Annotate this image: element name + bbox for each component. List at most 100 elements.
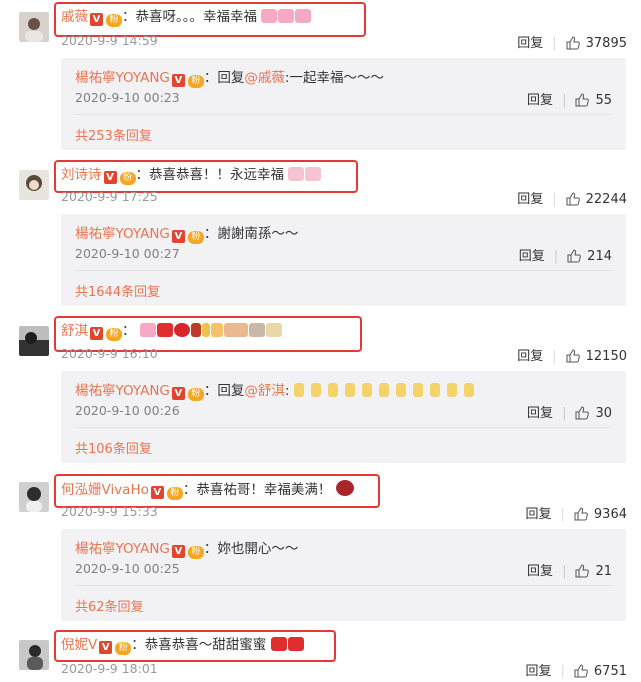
like-button[interactable]: 12150 bbox=[566, 349, 627, 364]
avatar[interactable] bbox=[19, 326, 49, 356]
reply-content: 楊祐寧YOYANG V 粉：謝謝南孫～～ bbox=[75, 222, 298, 244]
verified-badge-icon: V bbox=[171, 387, 185, 400]
mention-link[interactable]: @舒淇 bbox=[244, 383, 285, 399]
thumbs-up-icon bbox=[574, 507, 588, 521]
comment-actions: 回复 | 37895 bbox=[517, 36, 627, 51]
like-count: 9364 bbox=[593, 507, 627, 522]
reply-time: 2020-9-10 00:23 bbox=[75, 90, 180, 105]
reply-actions: 回复 | 55 bbox=[527, 93, 612, 108]
comment-time: 2020-9-9 18:01 bbox=[61, 661, 158, 676]
crown-emoji-icon bbox=[344, 383, 355, 397]
reply-button[interactable]: 回复 bbox=[526, 507, 552, 522]
more-replies-link[interactable]: 共106条回复 bbox=[75, 438, 152, 457]
reply-text: ：回复 bbox=[203, 70, 245, 86]
crown-emoji-icon bbox=[446, 383, 457, 397]
like-count: 21 bbox=[595, 564, 612, 579]
like-button[interactable]: 37895 bbox=[566, 36, 627, 51]
reply-box: 楊祐寧YOYANG V 粉：妳也開心～～ 2020-9-10 00:25 回复 | 21… bbox=[61, 529, 626, 621]
like-button[interactable]: 6751 bbox=[574, 664, 627, 679]
avatar[interactable] bbox=[19, 640, 49, 670]
comment-actions: 回复 | 9364 bbox=[525, 507, 628, 522]
reply-content: 楊祐寧YOYANG V 粉：妳也開心～～ bbox=[75, 537, 298, 559]
like-count: 6751 bbox=[593, 664, 627, 679]
avatar[interactable] bbox=[19, 482, 49, 512]
crown-emoji-icon bbox=[395, 383, 406, 397]
reply-time: 2020-9-10 00:27 bbox=[75, 246, 180, 261]
like-count: 214 bbox=[587, 249, 612, 264]
comment-time: 2020-9-9 14:59 bbox=[61, 33, 158, 48]
highlight-box bbox=[54, 630, 336, 662]
divider bbox=[75, 427, 612, 428]
reply-author[interactable]: 楊祐寧YOYANG bbox=[75, 383, 170, 399]
like-button[interactable]: 21 bbox=[575, 564, 612, 579]
like-count: 55 bbox=[595, 93, 612, 108]
reply-author[interactable]: 楊祐寧YOYANG bbox=[75, 541, 170, 557]
fan-badge-icon: 粉 bbox=[187, 231, 204, 244]
verified-badge-icon: V bbox=[171, 545, 185, 558]
comment-actions: 回复 | 22244 bbox=[517, 192, 627, 207]
like-button[interactable]: 55 bbox=[575, 93, 612, 108]
comment-actions: 回复 | 6751 bbox=[525, 664, 628, 679]
reply-text-2: : bbox=[284, 383, 290, 399]
crown-emoji-icon bbox=[327, 383, 338, 397]
fan-badge-icon: 粉 bbox=[187, 388, 204, 401]
verified-badge-icon: V bbox=[171, 74, 185, 87]
thumbs-up-icon bbox=[575, 564, 590, 578]
comment-actions: 回复 | 12150 bbox=[517, 349, 627, 364]
more-replies-link[interactable]: 共1644条回复 bbox=[75, 281, 160, 300]
reply-time: 2020-9-10 00:26 bbox=[75, 403, 180, 418]
like-button[interactable]: 30 bbox=[575, 406, 612, 421]
crown-emoji-icon bbox=[463, 383, 474, 397]
thumbs-up-icon bbox=[566, 36, 580, 50]
reply-text: ：妳也開心～～ bbox=[203, 541, 299, 557]
reply-actions: 回复 | 30 bbox=[527, 406, 612, 421]
reply-text: ：謝謝南孫～～ bbox=[203, 226, 299, 242]
reply-button[interactable]: 回复 bbox=[527, 406, 553, 421]
comment-time: 2020-9-9 17:25 bbox=[61, 189, 158, 204]
divider bbox=[75, 114, 612, 115]
reply-button[interactable]: 回复 bbox=[517, 36, 543, 51]
like-button[interactable]: 9364 bbox=[574, 507, 627, 522]
fan-badge-icon: 粉 bbox=[187, 546, 204, 559]
avatar[interactable] bbox=[19, 12, 49, 42]
more-replies-link[interactable]: 共62条回复 bbox=[75, 596, 144, 615]
thumbs-up-icon bbox=[566, 349, 580, 363]
reply-text-2: :一起幸福～～～ bbox=[284, 70, 384, 86]
reply-time: 2020-9-10 00:25 bbox=[75, 561, 180, 576]
reply-button[interactable]: 回复 bbox=[527, 93, 553, 108]
fan-badge-icon: 粉 bbox=[187, 75, 204, 88]
like-count: 12150 bbox=[585, 349, 627, 364]
reply-button[interactable]: 回复 bbox=[519, 249, 545, 264]
reply-button[interactable]: 回复 bbox=[517, 349, 543, 364]
reply-content: 楊祐寧YOYANG V 粉：回复@舒淇: bbox=[75, 379, 481, 401]
thumbs-up-icon bbox=[566, 192, 580, 206]
reply-box: 楊祐寧YOYANG V 粉：回复@戚薇:一起幸福～～～ 2020-9-10 00:2… bbox=[61, 58, 626, 150]
reply-box: 楊祐寧YOYANG V 粉：謝謝南孫～～ 2020-9-10 00:27 回复 | 21… bbox=[61, 214, 626, 306]
reply-author[interactable]: 楊祐寧YOYANG bbox=[75, 226, 170, 242]
divider bbox=[75, 585, 612, 586]
thumbs-up-icon bbox=[575, 406, 590, 420]
comment-time: 2020-9-9 15:33 bbox=[61, 504, 158, 519]
like-button[interactable]: 22244 bbox=[566, 192, 627, 207]
like-button[interactable]: 214 bbox=[567, 249, 612, 264]
reply-actions: 回复 | 21 bbox=[527, 564, 612, 579]
reply-button[interactable]: 回复 bbox=[517, 192, 543, 207]
highlight-box bbox=[54, 474, 380, 508]
reply-actions: 回复 | 214 bbox=[518, 249, 612, 264]
mention-link[interactable]: @戚薇 bbox=[244, 70, 285, 86]
reply-button[interactable]: 回复 bbox=[527, 564, 553, 579]
more-replies-link[interactable]: 共253条回复 bbox=[75, 125, 152, 144]
reply-text: ：回复 bbox=[203, 383, 245, 399]
crown-emoji-icon bbox=[361, 383, 372, 397]
crown-emoji-icon bbox=[293, 383, 304, 397]
reply-author[interactable]: 楊祐寧YOYANG bbox=[75, 70, 170, 86]
divider bbox=[75, 270, 612, 271]
crown-emoji-icon bbox=[429, 383, 440, 397]
verified-badge-icon: V bbox=[171, 230, 185, 243]
crown-emoji-icon bbox=[378, 383, 389, 397]
reply-box: 楊祐寧YOYANG V 粉：回复@舒淇: 2020-9-10 00:26 回复 | 30… bbox=[61, 371, 626, 463]
reply-button[interactable]: 回复 bbox=[526, 664, 552, 679]
highlight-box bbox=[54, 2, 366, 37]
avatar[interactable] bbox=[19, 170, 49, 200]
like-count: 22244 bbox=[585, 192, 627, 207]
